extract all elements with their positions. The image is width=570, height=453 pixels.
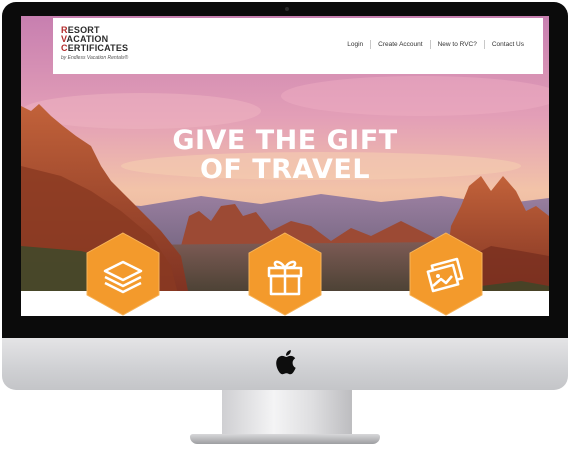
logo-text: ERTIFICATES	[67, 43, 129, 53]
nav-new-to-rvc-link[interactable]: New to RVC?	[431, 41, 484, 48]
logo-initial: C	[61, 43, 68, 53]
nav-create-account-link[interactable]: Create Account	[371, 41, 429, 48]
photos-hex-button[interactable]	[408, 232, 484, 316]
site-logo[interactable]: RESORT VACATION CERTIFICATES by Endless …	[61, 26, 129, 62]
hero-headline-line2: OF TRAVEL	[199, 154, 371, 185]
hero-headline-line1: GIVE THE GIFT	[172, 125, 398, 156]
apple-logo-icon	[276, 350, 296, 375]
monitor-stand-foot	[190, 434, 380, 444]
nav-login-link[interactable]: Login	[340, 41, 370, 48]
gift-hex-button[interactable]	[247, 232, 323, 316]
monitor-stand-neck	[222, 390, 352, 436]
logo-line-certificates: CERTIFICATES	[61, 44, 128, 53]
gift-icon	[248, 232, 322, 316]
website-screen: RESORT VACATION CERTIFICATES by Endless …	[21, 16, 549, 316]
stack-icon	[86, 232, 160, 316]
main-nav: Login Create Account New to RVC? Contact…	[340, 40, 531, 49]
photos-icon	[409, 232, 483, 316]
logo-tagline: by Endless Vacation Rentals®	[61, 55, 129, 61]
site-header: RESORT VACATION CERTIFICATES by Endless …	[53, 18, 543, 74]
camera-dot	[285, 7, 289, 11]
nav-contact-link[interactable]: Contact Us	[485, 41, 531, 48]
stack-hex-button[interactable]	[85, 232, 161, 316]
